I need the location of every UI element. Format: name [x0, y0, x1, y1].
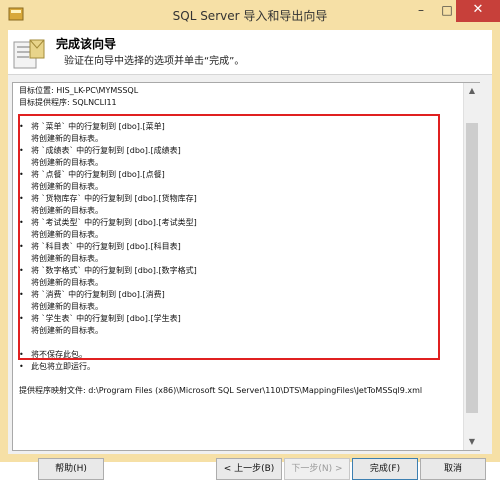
scrollbar-thumb[interactable]	[466, 123, 478, 413]
page-title: 完成该向导	[56, 37, 117, 51]
close-icon[interactable]: ✕	[456, 0, 500, 22]
wizard-window: SQL Server 导入和导出向导 – □ ✕ 完成该向导 验证在向导中选择的…	[0, 0, 500, 480]
cancel-button[interactable]: 取消	[420, 458, 486, 480]
target-provider: 目标提供程序: SQLNCLI11	[19, 98, 117, 107]
scroll-down-icon[interactable]: ▼	[464, 434, 480, 450]
note-item: • 此包将立即运行。	[19, 362, 95, 371]
finish-button[interactable]: 完成(F)	[352, 458, 418, 480]
help-button[interactable]: 帮助(H)	[38, 458, 104, 480]
back-button[interactable]: < 上一步(B)	[216, 458, 282, 480]
next-button[interactable]: 下一步(N) >	[284, 458, 350, 480]
highlight-annotation	[18, 114, 440, 360]
vertical-scrollbar[interactable]: ▲ ▼	[463, 83, 480, 450]
target-location: 目标位置: HIS_LK-PC\MYMSSQL	[19, 86, 139, 95]
scroll-up-icon[interactable]: ▲	[464, 83, 480, 99]
page-subtitle: 验证在向导中选择的选项并单击“完成”。	[64, 56, 245, 67]
mapping-file: 提供程序映射文件: d:\Program Files (x86)\Microso…	[19, 386, 423, 395]
wizard-header: 完成该向导 验证在向导中选择的选项并单击“完成”。	[8, 30, 492, 75]
wizard-icon	[13, 39, 45, 69]
title-bar[interactable]: SQL Server 导入和导出向导 – □ ✕	[0, 0, 500, 30]
